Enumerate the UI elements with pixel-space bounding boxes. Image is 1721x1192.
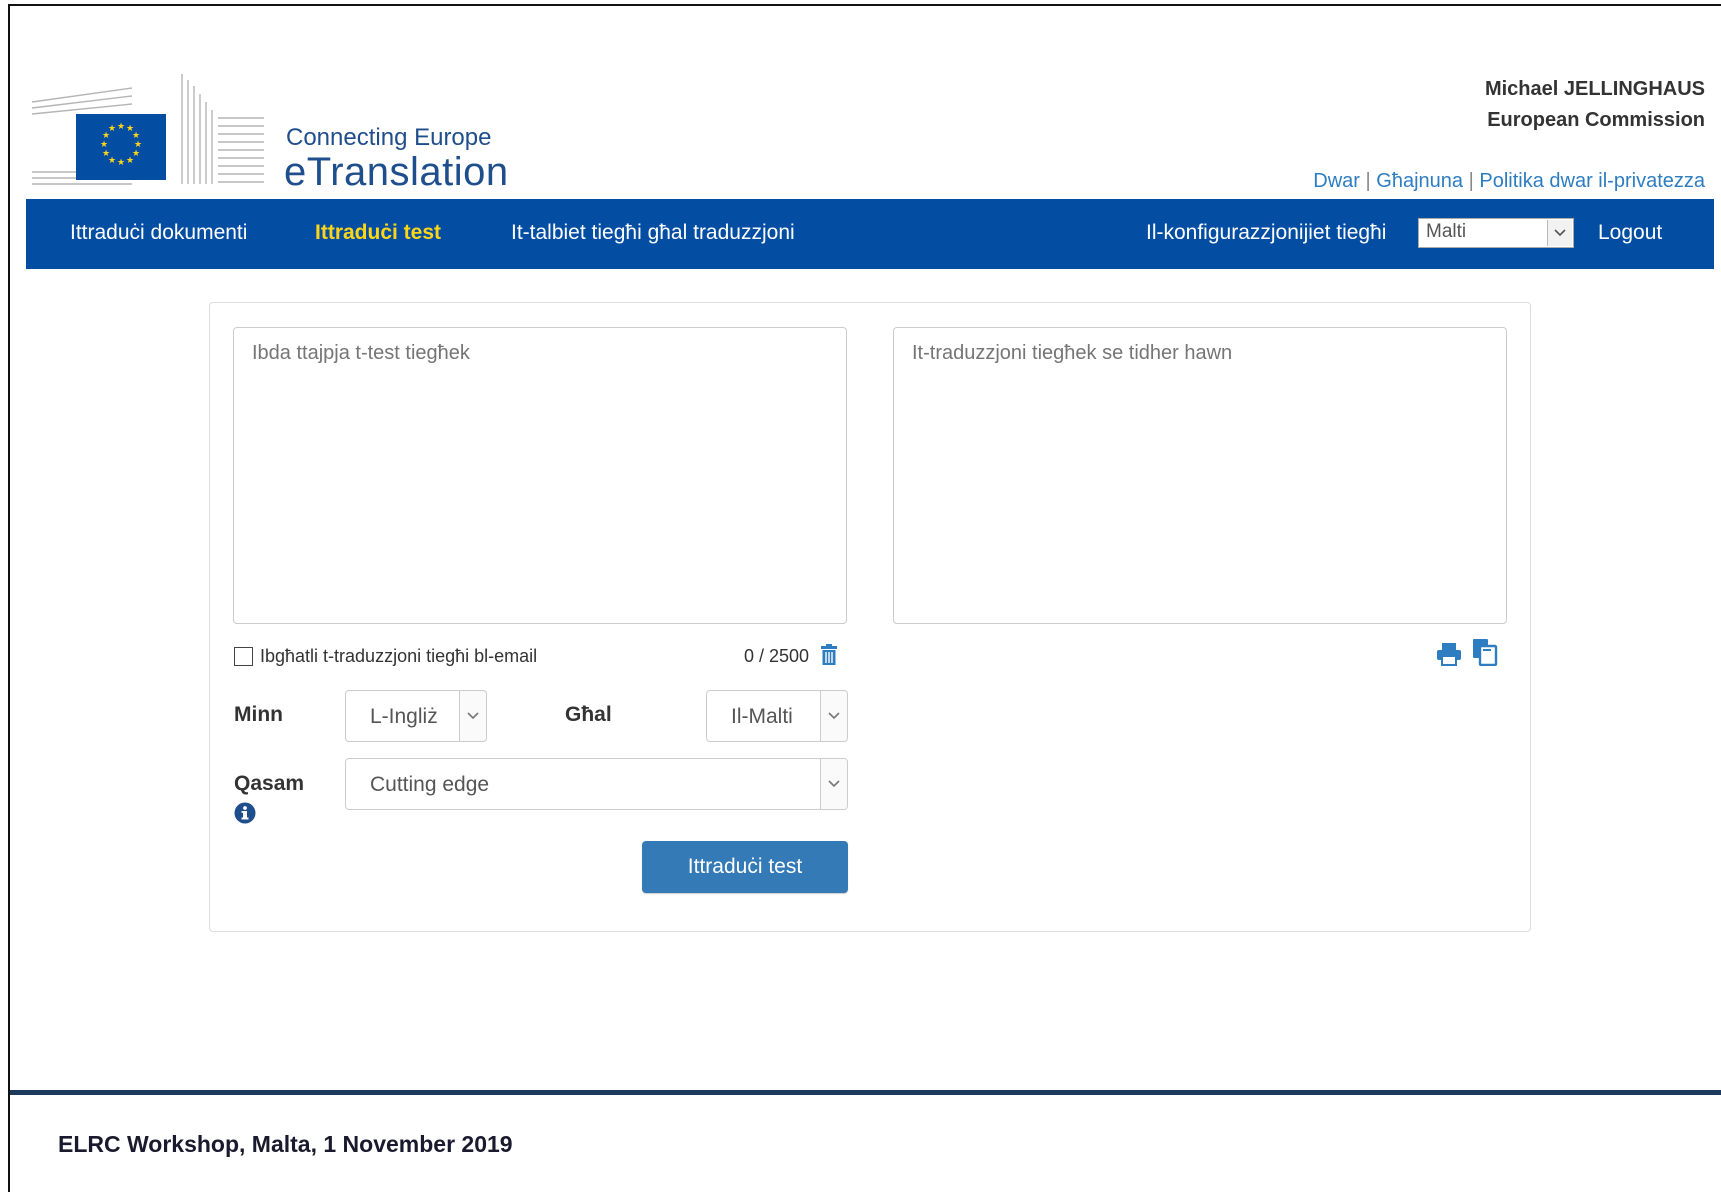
domain-select[interactable]: Cutting edge <box>345 758 848 810</box>
help-link[interactable]: Għajnuna <box>1376 170 1463 192</box>
svg-text:★: ★ <box>102 149 110 159</box>
target-language-select[interactable]: Il-Malti <box>706 690 848 742</box>
brand-tagline: Connecting Europe <box>286 124 492 151</box>
info-icon[interactable] <box>234 802 256 824</box>
user-name: Michael JELLINGHAUS <box>1484 78 1705 100</box>
source-language-select[interactable]: L-Ingliż <box>345 690 487 742</box>
target-language-label: Għal <box>565 703 612 726</box>
copy-icon[interactable] <box>1472 638 1498 666</box>
svg-text:★: ★ <box>100 140 108 150</box>
domain-value: Cutting edge <box>370 773 490 796</box>
source-text-input[interactable] <box>233 327 847 624</box>
footer-divider <box>10 1090 1721 1095</box>
link-separator: | <box>1365 170 1371 192</box>
email-translation-label: Ibgħatli t-traduzzjoni tiegħi bl-email <box>260 646 538 666</box>
chevron-down-icon <box>459 691 486 741</box>
ui-language-value: Malti <box>1426 221 1467 242</box>
chevron-down-icon <box>1547 220 1572 246</box>
about-link[interactable]: Dwar <box>1313 170 1360 192</box>
nav-translate-text[interactable]: Ittraduċi test <box>315 221 441 245</box>
nav-my-translation-requests[interactable]: It-talbiet tiegħi għal traduzzjoni <box>511 221 795 245</box>
user-organisation: European Commission <box>1487 109 1705 131</box>
top-links: Dwar | Għajnuna | Politika dwar il-priva… <box>1313 170 1705 193</box>
svg-text:★: ★ <box>126 156 134 166</box>
character-counter: 0 / 2500 <box>744 646 810 666</box>
chevron-down-icon <box>820 759 847 809</box>
nav-translate-documents[interactable]: Ittraduċi dokumenti <box>70 221 247 245</box>
domain-label: Qasam <box>234 772 305 795</box>
svg-text:★: ★ <box>117 158 125 168</box>
privacy-policy-link[interactable]: Politika dwar il-privatezza <box>1479 170 1705 192</box>
source-language-label: Minn <box>234 703 283 726</box>
european-commission-logo: ★ ★★ ★★★ ★★★ ★★★ <box>32 74 264 185</box>
nav-my-settings[interactable]: Il-konfigurazzjonijiet tiegħi <box>1146 221 1386 245</box>
brand-title: eTranslation <box>284 150 509 194</box>
svg-text:★: ★ <box>108 124 116 134</box>
link-separator: | <box>1468 170 1474 192</box>
print-icon[interactable] <box>1436 641 1462 667</box>
main-navbar: Ittraduċi dokumenti Ittraduċi test It-ta… <box>26 199 1714 269</box>
email-translation-checkbox[interactable] <box>234 647 253 666</box>
translation-output[interactable] <box>893 327 1507 624</box>
footer-caption: ELRC Workshop, Malta, 1 November 2019 <box>58 1131 513 1157</box>
ui-language-select[interactable]: Malti <box>1418 218 1574 248</box>
logout-button[interactable]: Logout <box>1598 221 1662 245</box>
source-language-value: L-Ingliż <box>370 705 438 728</box>
target-language-value: Il-Malti <box>731 705 793 728</box>
translate-text-button[interactable]: Ittraduċi test <box>642 841 848 893</box>
svg-text:★: ★ <box>117 122 125 132</box>
chevron-down-icon <box>820 691 847 741</box>
trash-icon[interactable] <box>820 644 838 666</box>
